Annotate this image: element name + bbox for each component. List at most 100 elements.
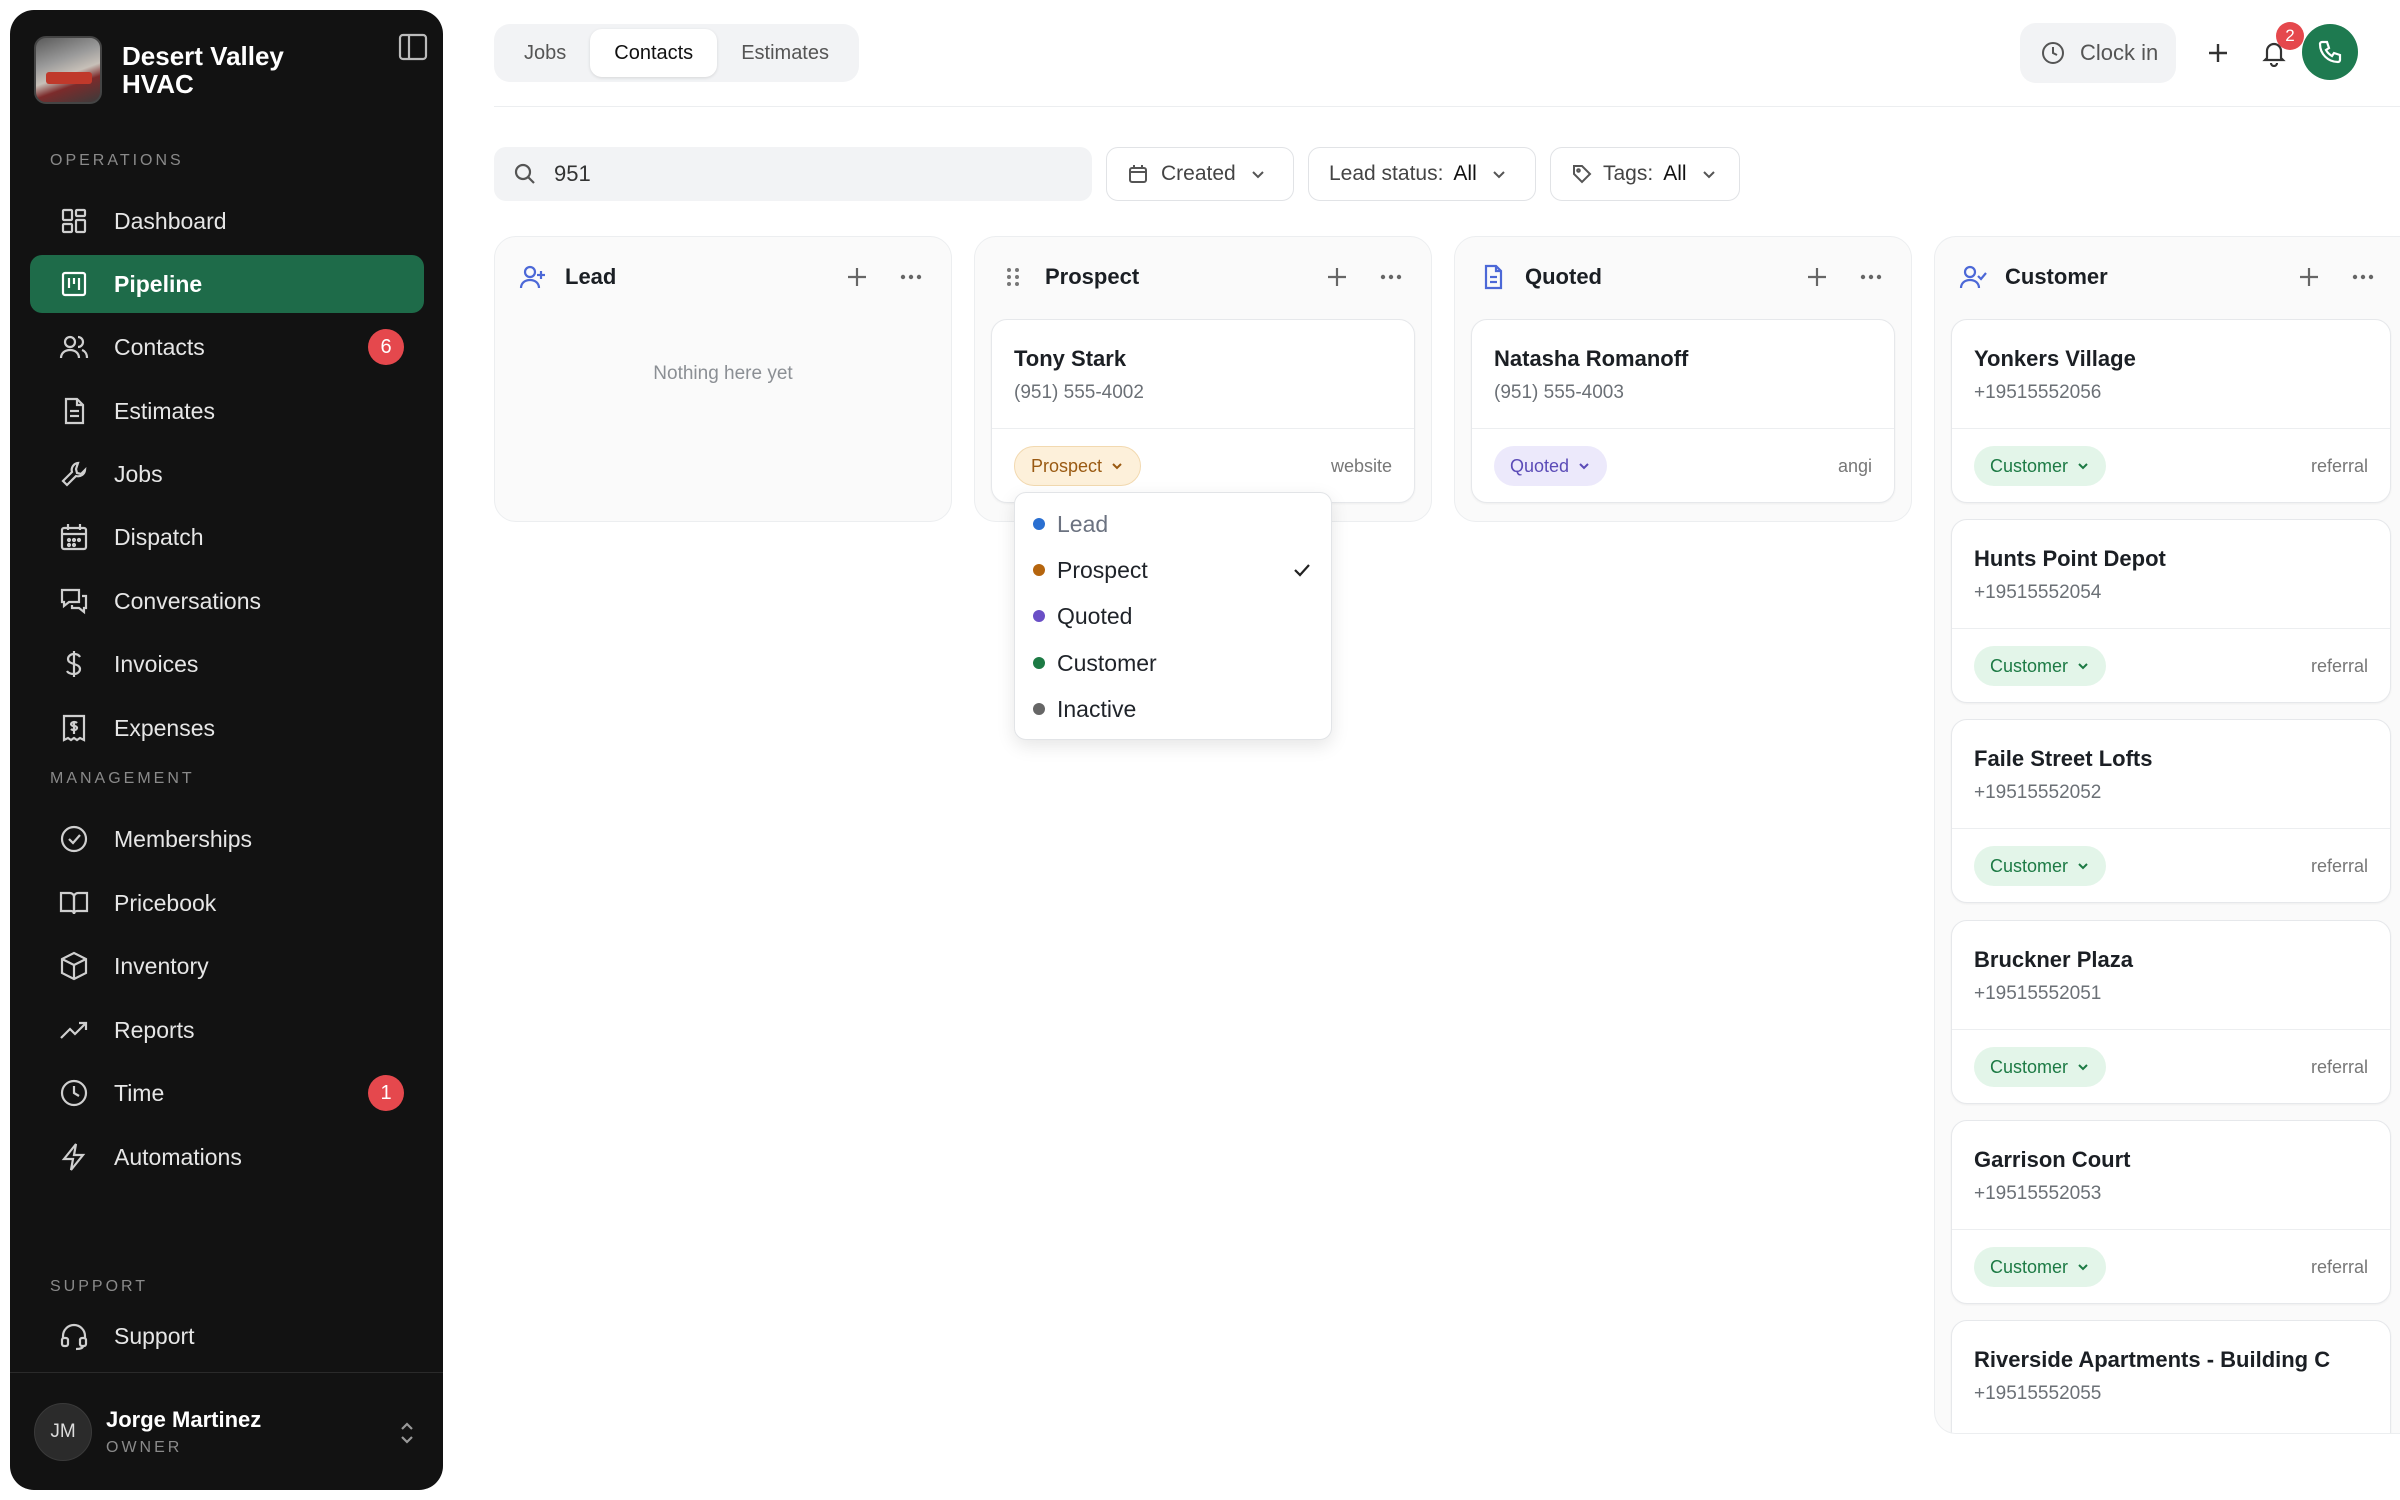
status-option-lead[interactable]: Lead [1015, 501, 1331, 547]
status-label: Customer [1990, 1056, 2069, 1077]
contact-card[interactable]: Riverside Apartments - Building C +19515… [1951, 1320, 2391, 1433]
status-option-customer[interactable]: Customer [1015, 640, 1331, 686]
chevron-up-down-icon[interactable] [395, 1419, 419, 1447]
chevron-down-icon [2078, 1264, 2088, 1271]
contact-card[interactable]: Faile Street Lofts +19515552052 Customer… [1951, 719, 2391, 903]
contact-name: Tony Stark [1014, 346, 1127, 371]
avatar: JM [34, 1402, 92, 1461]
sidebar-item-label: Support [114, 1322, 195, 1349]
contact-card[interactable]: Bruckner Plaza +19515552051 Customer ref… [1951, 920, 2391, 1104]
brand-name: Desert Valley HVAC [122, 41, 284, 99]
sidebar-item-label: Time [114, 1079, 165, 1106]
sidebar-item-memberships[interactable]: Memberships [30, 810, 424, 868]
contact-card[interactable]: Tony Stark (951) 555-4002 Prospect websi… [991, 319, 1415, 503]
badge-check-icon [58, 823, 90, 855]
card-divider [1952, 828, 2390, 829]
status-dot [1033, 657, 1045, 669]
notification-badge: 2 [2276, 22, 2304, 50]
section-label-operations: OPERATIONS [50, 152, 184, 169]
contact-card[interactable]: Hunts Point Depot +19515552054 Customer … [1951, 519, 2391, 703]
sidebar-item-estimates[interactable]: Estimates [30, 382, 424, 440]
card-divider [1952, 428, 2390, 429]
brand-logo [34, 36, 102, 104]
status-option-prospect[interactable]: Prospect [1015, 547, 1331, 593]
more-options-icon[interactable] [1377, 263, 1405, 291]
add-card-icon[interactable] [1323, 263, 1351, 291]
search-box[interactable] [494, 147, 1092, 201]
clock-in-button[interactable]: Clock in [2020, 23, 2176, 83]
contact-name: Faile Street Lofts [1974, 746, 2153, 771]
contact-name: Garrison Court [1974, 1147, 2131, 1172]
tags-filter[interactable]: Tags: All [1550, 147, 1740, 201]
status-option-inactive[interactable]: Inactive [1015, 686, 1331, 732]
sidebar-item-jobs[interactable]: Jobs [30, 445, 424, 503]
brand[interactable]: Desert Valley HVAC [34, 34, 424, 106]
lead-status-value: All [1453, 162, 1477, 185]
more-options-icon[interactable] [1857, 263, 1885, 291]
contact-card[interactable]: Yonkers Village +19515552056 Customer re… [1951, 319, 2391, 503]
lead-status-label: Lead status: [1329, 162, 1444, 185]
sidebar-item-label: Inventory [114, 952, 209, 979]
column-title: Quoted [1525, 264, 1602, 289]
drag-handle-icon[interactable] [999, 263, 1027, 291]
plus-icon [2209, 44, 2227, 62]
sidebar-item-time[interactable]: Time 1 [30, 1064, 424, 1122]
more-options-icon[interactable] [2349, 263, 2377, 291]
sidebar-item-inventory[interactable]: Inventory [30, 937, 424, 995]
status-option-quoted[interactable]: Quoted [1015, 593, 1331, 639]
status-label: Customer [1990, 455, 2069, 476]
add-card-icon[interactable] [1803, 263, 1831, 291]
status-label: Quoted [1510, 455, 1570, 476]
status-dropdown[interactable]: Quoted [1494, 446, 1608, 486]
card-divider [1952, 1229, 2390, 1230]
tab-estimates[interactable]: Estimates [717, 29, 853, 77]
contact-card[interactable]: Natasha Romanoff (951) 555-4003 Quoted a… [1471, 319, 1895, 503]
status-dropdown[interactable]: Customer [1974, 846, 2107, 886]
status-dropdown[interactable]: Prospect [1014, 446, 1142, 486]
sidebar-item-dispatch[interactable]: Dispatch [30, 508, 424, 566]
headset-icon [58, 1320, 90, 1352]
contact-phone: +19515552055 [1974, 1383, 2102, 1404]
status-dropdown[interactable]: Customer [1974, 646, 2107, 686]
sidebar-item-pipeline[interactable]: Pipeline [30, 255, 424, 313]
contact-name: Riverside Apartments - Building C [1974, 1347, 2331, 1372]
more-options-icon[interactable] [897, 263, 925, 291]
created-filter[interactable]: Created [1106, 147, 1294, 201]
tags-label: Tags: [1603, 162, 1654, 185]
sidebar-item-invoices[interactable]: Invoices [30, 635, 424, 693]
sidebar-item-automations[interactable]: Automations [30, 1128, 424, 1186]
status-dropdown[interactable]: Customer [1974, 446, 2107, 486]
sidebar-item-conversations[interactable]: Conversations [30, 572, 424, 630]
create-button[interactable] [2188, 23, 2248, 83]
status-dropdown[interactable]: Customer [1974, 1247, 2107, 1287]
sidebar-item-dashboard[interactable]: Dashboard [30, 192, 424, 250]
lead-source: angi [1837, 456, 1872, 476]
tab-jobs[interactable]: Jobs [500, 29, 590, 77]
sidebar-item-support[interactable]: Support [30, 1307, 424, 1365]
created-filter-label: Created [1161, 162, 1236, 185]
search-input[interactable] [554, 161, 1054, 187]
sidebar-item-expenses[interactable]: Expenses [30, 699, 424, 757]
tab-contacts[interactable]: Contacts [590, 29, 718, 77]
sidebar-item-contacts[interactable]: Contacts 6 [30, 318, 424, 376]
sidebar-item-pricebook[interactable]: Pricebook [30, 874, 424, 932]
sidebar-item-reports[interactable]: Reports [30, 1001, 424, 1059]
section-label-management: MANAGEMENT [50, 770, 195, 787]
user-menu[interactable]: JM Jorge Martinez OWNER [10, 1372, 443, 1490]
sidebar-item-label: Pricebook [114, 889, 217, 916]
status-dropdown[interactable]: Customer [1974, 1047, 2107, 1087]
status-option-label: Prospect [1057, 556, 1148, 583]
lead-status-filter[interactable]: Lead status: All [1308, 147, 1536, 201]
sidebar: Desert Valley HVAC OPERATIONS Dashboard … [10, 10, 443, 1490]
contact-phone: +19515552053 [1974, 1183, 2102, 1204]
phone-button[interactable] [2302, 24, 2358, 80]
sidebar-item-label: Automations [114, 1143, 242, 1170]
column-header: Customer [1935, 237, 2400, 317]
sidebar-toggle-icon[interactable] [397, 32, 429, 62]
column-header: Quoted [1455, 237, 1911, 317]
add-card-icon[interactable] [843, 263, 871, 291]
box-icon [58, 950, 90, 982]
add-card-icon[interactable] [2295, 263, 2323, 291]
contact-card[interactable]: Garrison Court +19515552053 Customer ref… [1951, 1120, 2391, 1304]
status-dot [1033, 518, 1045, 530]
